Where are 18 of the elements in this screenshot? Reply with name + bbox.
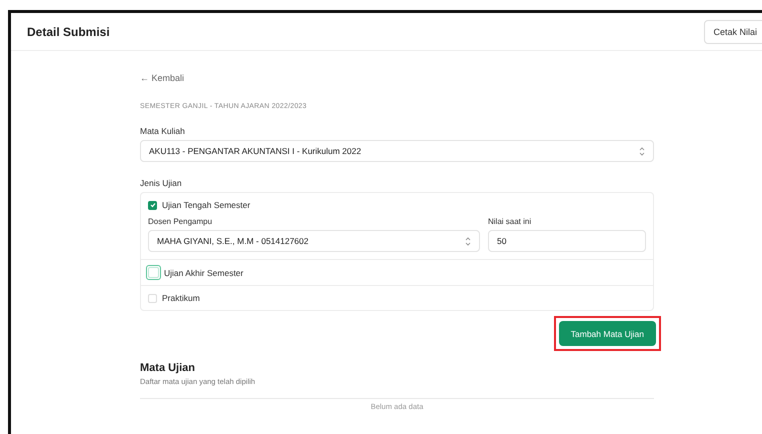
add-exam-button[interactable]: Tambah Mata Ujian bbox=[558, 321, 656, 346]
checkbox-label: Ujian Akhir Semester bbox=[164, 268, 244, 278]
back-link[interactable]: ← Kembali bbox=[140, 73, 184, 83]
checkbox-label: Praktikum bbox=[162, 293, 200, 303]
chevron-updown-icon bbox=[465, 236, 471, 246]
score-input[interactable]: 50 bbox=[488, 230, 646, 252]
checkbox[interactable] bbox=[148, 200, 157, 210]
section-title: Mata Ujian bbox=[140, 362, 196, 374]
field-label: Nilai saat ini bbox=[488, 217, 532, 226]
field-label: Dosen Pengampu bbox=[148, 217, 214, 226]
lecturer-select[interactable]: MAHA GIYANI, S.E., M.M - 0514127602 bbox=[148, 230, 480, 252]
chevron-updown-icon bbox=[639, 146, 645, 156]
page-title: Detail Submisi bbox=[27, 24, 110, 38]
course-select[interactable]: AKU113 - PENGANTAR AKUNTANSI I - Kurikulum 2022 bbox=[140, 140, 654, 162]
checkbox-label: Ujian Tengah Semester bbox=[162, 200, 250, 210]
field-label: Jenis Ujian bbox=[140, 178, 183, 188]
print-grades-button[interactable]: Cetak Nilai bbox=[704, 20, 762, 44]
field-label: Mata Kuliah bbox=[140, 126, 186, 136]
